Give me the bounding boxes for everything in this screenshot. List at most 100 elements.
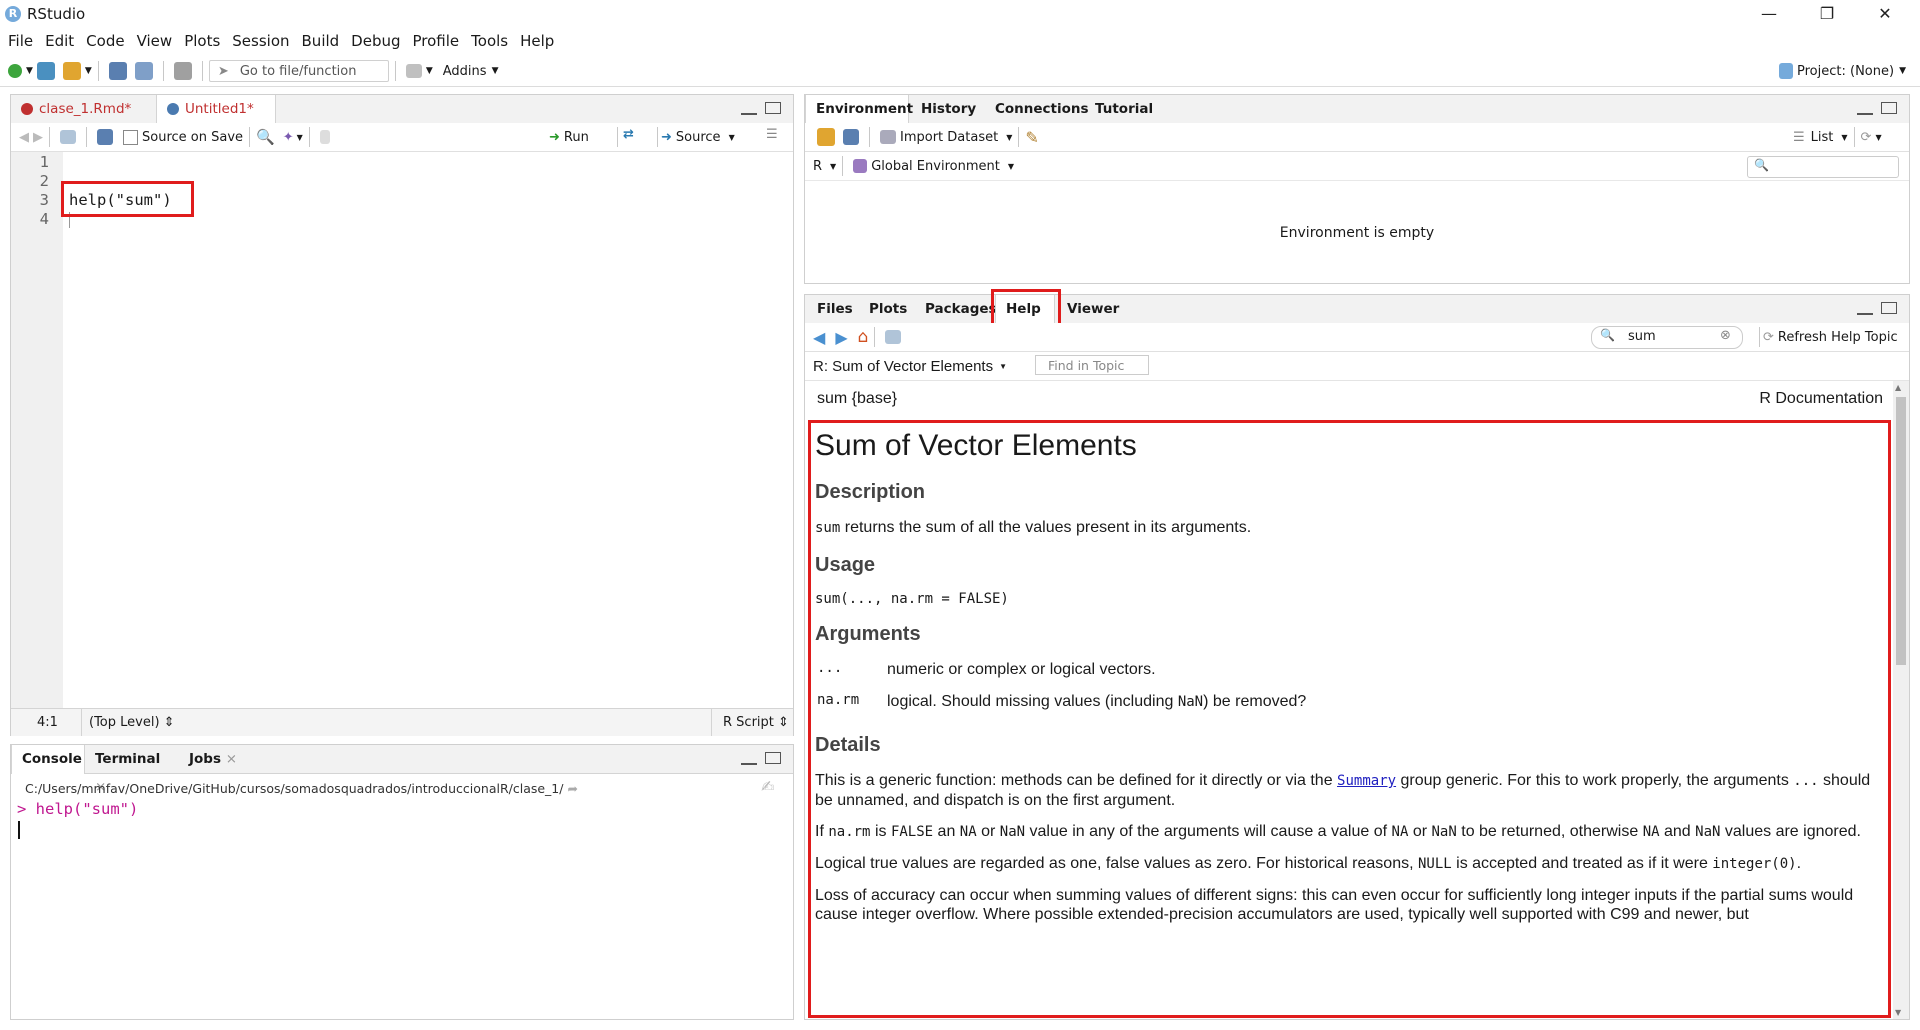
project-menu[interactable]: Project: (None) ▼	[1775, 60, 1906, 82]
environment-scope-bar: R ▼ Global Environment ▼ 🔍	[805, 152, 1909, 181]
broom-icon[interactable]: ✎	[1025, 128, 1038, 147]
outline-icon[interactable]: ☰	[766, 127, 778, 142]
menu-debug[interactable]: Debug	[351, 32, 400, 50]
save-icon[interactable]	[108, 62, 127, 80]
notebook-icon[interactable]	[319, 130, 330, 144]
tab-environment[interactable]: Environment	[805, 95, 913, 124]
menu-help[interactable]: Help	[520, 32, 554, 50]
close-window-button[interactable]: ✕	[1856, 0, 1914, 28]
chevron-down-icon[interactable]: ▼	[830, 162, 836, 171]
project-icon	[1779, 63, 1794, 79]
search-icon[interactable]: 🔍	[256, 128, 275, 146]
clear-console-icon[interactable]: ✍	[761, 777, 774, 796]
tab-connections[interactable]: Connections	[985, 95, 1099, 123]
goto-directory-icon[interactable]: ➦	[567, 781, 577, 796]
maximize-pane-icon[interactable]	[765, 752, 781, 764]
menu-code[interactable]: Code	[86, 32, 124, 50]
open-file-icon[interactable]	[62, 62, 81, 80]
show-in-window-icon[interactable]	[60, 130, 76, 144]
grid-layout-icon[interactable]	[405, 64, 422, 78]
minimize-pane-icon[interactable]	[741, 759, 757, 765]
back-arrow-icon[interactable]: ◀	[19, 130, 29, 145]
tab-plots[interactable]: Plots	[859, 295, 917, 323]
help-search-input[interactable]: 🔍 sum ⊗	[1591, 326, 1743, 349]
tab-untitled1[interactable]: Untitled1* ×	[156, 95, 276, 145]
addins-menu[interactable]: Addins	[443, 64, 487, 79]
chevron-down-icon[interactable]: ▼	[1008, 162, 1014, 171]
file-type-selector[interactable]: R Script ⇕	[723, 715, 789, 730]
menu-edit[interactable]: Edit	[45, 32, 74, 50]
minimize-pane-icon[interactable]	[1857, 109, 1873, 115]
minimize-pane-icon[interactable]	[741, 109, 757, 115]
refresh-icon[interactable]: ⟳	[1861, 130, 1872, 145]
environment-search-input[interactable]: 🔍	[1747, 156, 1899, 178]
refresh-help-button[interactable]: ⟳ Refresh Help Topic	[1763, 327, 1898, 347]
tab-clase-1[interactable]: clase_1.Rmd* ×	[11, 95, 151, 145]
menu-build[interactable]: Build	[302, 32, 340, 50]
menu-profile[interactable]: Profile	[413, 32, 460, 50]
source-on-save-checkbox[interactable]	[123, 129, 138, 145]
tab-jobs[interactable]: Jobs ×	[179, 745, 249, 773]
menu-view[interactable]: View	[137, 32, 173, 50]
save-all-icon[interactable]	[134, 62, 153, 80]
maximize-pane-icon[interactable]	[1881, 102, 1897, 114]
save-workspace-icon[interactable]	[843, 129, 859, 145]
forward-arrow-icon[interactable]: ▶	[835, 328, 847, 347]
back-arrow-icon[interactable]: ◀	[813, 328, 825, 347]
package-label: sum {base}	[817, 390, 898, 407]
menu-plots[interactable]: Plots	[184, 32, 220, 50]
topic-selector[interactable]: R: Sum of Vector Elements ▼	[813, 356, 1007, 376]
minimize-button[interactable]: —	[1740, 0, 1798, 28]
close-tab-icon[interactable]: ×	[226, 751, 237, 767]
tab-viewer[interactable]: Viewer	[1057, 295, 1129, 323]
tab-tutorial[interactable]: Tutorial	[1085, 95, 1163, 123]
global-environment-selector[interactable]: Global Environment	[871, 159, 1000, 174]
chevron-down-icon[interactable]: ▼	[26, 66, 33, 76]
new-project-icon[interactable]	[36, 62, 55, 80]
maximize-pane-icon[interactable]	[1881, 302, 1897, 314]
chevron-down-icon[interactable]: ▼	[1006, 133, 1012, 142]
import-dataset-button[interactable]: Import Dataset	[900, 130, 998, 145]
tab-files[interactable]: Files	[807, 295, 863, 323]
console-cursor[interactable]	[18, 821, 20, 839]
minimize-pane-icon[interactable]	[1857, 309, 1873, 315]
run-button[interactable]: ➜ Run	[549, 127, 589, 147]
source-button[interactable]: ➜ Source ▼	[661, 127, 735, 147]
forward-arrow-icon[interactable]: ▶	[33, 130, 43, 145]
new-file-icon[interactable]	[8, 64, 22, 78]
chevron-down-icon[interactable]: ▼	[492, 66, 499, 76]
find-in-topic-input[interactable]: Find in Topic	[1035, 355, 1149, 375]
show-in-window-icon[interactable]	[885, 330, 902, 344]
tab-history[interactable]: History	[911, 95, 986, 123]
go-to-file-input[interactable]: ➤ Go to file/function	[208, 60, 389, 82]
magic-wand-icon[interactable]: ✦	[283, 130, 294, 145]
scrollbar-thumb[interactable]	[1896, 397, 1906, 665]
clear-search-icon[interactable]: ⊗	[1720, 328, 1731, 343]
print-icon[interactable]	[173, 62, 192, 80]
menu-session[interactable]: Session	[232, 32, 289, 50]
chevron-down-icon[interactable]: ▼	[1841, 133, 1847, 142]
line-number: 3	[39, 191, 49, 209]
rerun-icon[interactable]: ⇄	[623, 127, 634, 142]
help-toolbar: ◀ ▶ ⌂ 🔍 sum ⊗ ⟳ Refresh Help Topic	[805, 323, 1909, 352]
menu-file[interactable]: File	[8, 32, 33, 50]
restore-button[interactable]: ❐	[1798, 0, 1856, 28]
tab-console[interactable]: Console	[11, 745, 85, 774]
source-on-save-label: Source on Save	[142, 129, 244, 145]
chevron-down-icon[interactable]: ▼	[1875, 133, 1881, 142]
language-selector[interactable]: R	[813, 159, 822, 174]
home-icon[interactable]: ⌂	[858, 327, 869, 347]
chevron-down-icon[interactable]: ▼	[85, 66, 92, 76]
list-view-selector[interactable]: List	[1811, 130, 1834, 145]
scroll-down-icon[interactable]: ▼	[1895, 1008, 1901, 1017]
scope-selector[interactable]: (Top Level) ⇕	[89, 715, 175, 730]
maximize-pane-icon[interactable]	[765, 102, 781, 114]
save-icon[interactable]	[97, 129, 113, 145]
help-scrollbar[interactable]: ▲ ▼	[1893, 381, 1909, 1019]
tab-terminal[interactable]: Terminal ×	[85, 745, 175, 795]
load-workspace-icon[interactable]	[817, 128, 835, 146]
menu-tools[interactable]: Tools	[471, 32, 508, 50]
scroll-up-icon[interactable]: ▲	[1895, 383, 1901, 392]
chevron-down-icon[interactable]: ▼	[297, 133, 303, 142]
chevron-down-icon[interactable]: ▼	[426, 66, 433, 76]
